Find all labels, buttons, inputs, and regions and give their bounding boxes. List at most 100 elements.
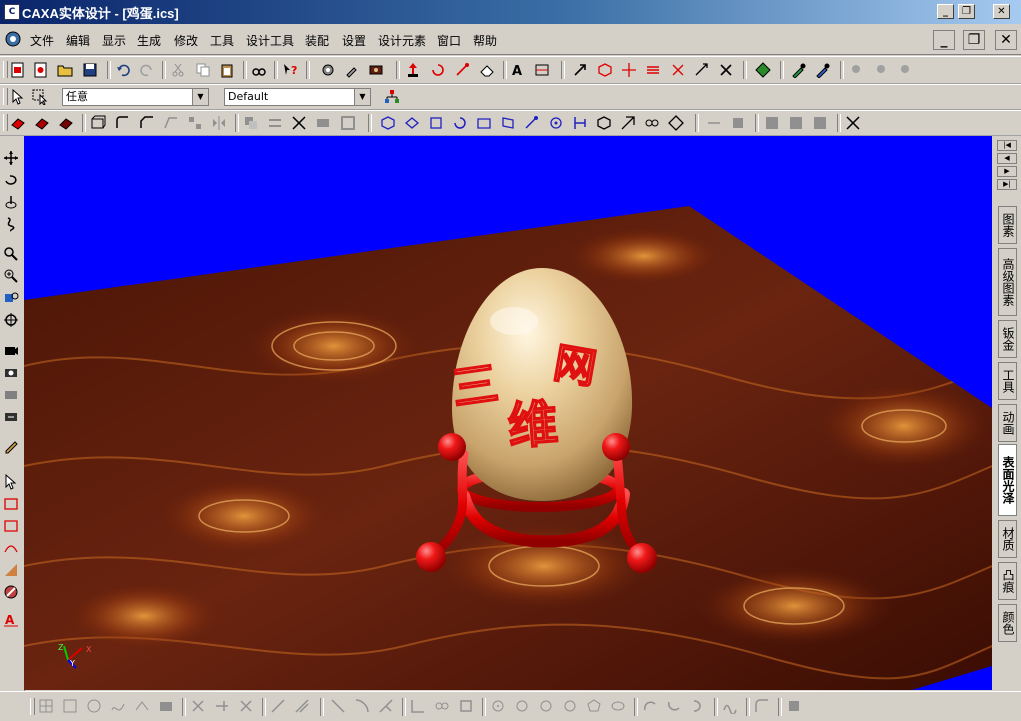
rotate-view-icon[interactable] [452,115,468,131]
diamond-tool-icon[interactable] [668,115,684,131]
tab-emboss[interactable]: 凸痕 [998,562,1017,600]
style-dropdown[interactable]: Default ▼ [224,88,371,106]
menu-assembly[interactable]: 装配 [305,32,329,49]
menu-edit[interactable]: 编辑 [66,32,90,49]
select-arrow-icon[interactable] [10,89,26,105]
camera-icon[interactable] [3,364,19,380]
move-up-icon[interactable] [405,62,421,78]
eraser-icon[interactable] [479,62,495,78]
prev-tab-icon[interactable]: ◀ [997,153,1017,164]
2d-hatch-icon[interactable] [158,698,174,714]
tab-advanced-elements[interactable]: 高级图素 [998,248,1017,316]
tab-color[interactable]: 颜色 [998,604,1017,642]
shell-icon[interactable] [90,115,106,131]
no-entry-icon[interactable] [3,584,19,600]
chevron-down-icon[interactable]: ▼ [192,89,208,105]
new-design-icon[interactable] [33,62,49,78]
help-cursor-icon[interactable]: ? [282,62,298,78]
paint-icon[interactable] [815,62,831,78]
chevron-down-icon[interactable]: ▼ [354,89,370,105]
new-file-icon[interactable] [10,62,26,78]
material-icon[interactable] [3,562,19,578]
2d-circle-2pt-icon[interactable] [538,698,554,714]
spin-icon[interactable] [430,62,446,78]
menu-modify[interactable]: 修改 [174,32,198,49]
tool-icon[interactable] [344,62,360,78]
zoom-in-icon[interactable] [3,268,19,284]
2d-circle-icon[interactable] [86,698,102,714]
2d-constraint-icon[interactable] [270,698,286,714]
link-icon[interactable] [644,115,660,131]
fillet-icon[interactable] [115,115,131,131]
tab-tools[interactable]: 工具 [998,362,1017,400]
tree-icon[interactable] [384,89,400,105]
align-right-icon[interactable] [812,115,828,131]
view-top-icon[interactable] [476,115,492,131]
dimension-icon[interactable] [694,62,710,78]
2d-extend-icon[interactable] [238,698,254,714]
menu-settings[interactable]: 设置 [342,32,366,49]
mirror-icon[interactable] [211,115,227,131]
sketch-rect-icon[interactable] [3,496,19,512]
chamfer-icon[interactable] [139,115,155,131]
2d-auto-constraint-icon[interactable] [294,698,310,714]
camera-orbit-icon[interactable] [3,386,19,402]
undo-icon[interactable] [115,62,131,78]
2d-link-icon[interactable] [434,698,450,714]
2d-output-icon[interactable] [786,698,802,714]
menu-design-tools[interactable]: 设计工具 [246,32,294,49]
2d-circle-tan-icon[interactable] [562,698,578,714]
text-icon[interactable]: A [510,62,526,78]
delete-constraint-icon[interactable] [718,62,734,78]
2d-spline-icon[interactable] [110,698,126,714]
thicken-icon[interactable] [315,115,331,131]
view-side-icon[interactable] [500,115,516,131]
paste-icon[interactable] [219,62,235,78]
tab-animation[interactable]: 动画 [998,404,1017,442]
menu-view[interactable]: 显示 [102,32,126,49]
view-front-icon[interactable] [428,115,444,131]
document-icon[interactable] [5,31,21,47]
constraint-icon[interactable] [670,62,686,78]
zoom-icon[interactable] [3,246,19,262]
last-tab-icon[interactable]: ▶| [997,179,1017,190]
align-center-icon[interactable] [788,115,804,131]
toolbar-grip[interactable] [3,61,8,78]
2d-rect-icon[interactable] [62,698,78,714]
view-iso-icon[interactable] [404,115,420,131]
render-icon[interactable] [368,62,384,78]
section-icon[interactable] [596,115,612,131]
target-icon[interactable] [3,312,19,328]
redo-icon[interactable] [139,62,155,78]
toolbar-grip[interactable] [3,114,8,131]
2d-trim-icon[interactable] [214,698,230,714]
2d-polygon-icon[interactable] [586,698,602,714]
3d-viewport[interactable]: 三 维 网 X Y Z [24,136,992,690]
tab-sheet-metal[interactable]: 钣金 [998,320,1017,358]
2d-line-icon[interactable] [330,698,346,714]
mdi-minimize-button[interactable]: _ [933,30,955,50]
2d-delete-icon[interactable] [190,698,206,714]
title-bar[interactable]: C CAXA实体设计 - [鸡蛋.ics] _ ❐ ✕ [0,0,1021,24]
camera-fit-icon[interactable] [3,342,19,358]
2d-tangent-icon[interactable] [354,698,370,714]
assembly-icon[interactable] [755,62,771,78]
zoom-fit-icon[interactable] [3,290,19,306]
sketch-poly-icon[interactable] [3,518,19,534]
toolbar-grip[interactable] [3,88,8,105]
filter-dropdown[interactable]: 任意 ▼ [62,88,209,106]
pan-icon[interactable] [455,62,471,78]
mdi-close-button[interactable]: ✕ [995,30,1017,50]
walk-path-icon[interactable] [3,216,19,232]
2d-box-icon[interactable] [458,698,474,714]
2d-fillet-icon[interactable] [754,698,770,714]
angle-icon[interactable] [730,115,746,131]
minimize-button[interactable]: _ [937,4,954,19]
edge-icon[interactable] [621,62,637,78]
roll-icon[interactable] [3,194,19,210]
menu-window[interactable]: 窗口 [437,32,461,49]
combine-icon[interactable] [340,115,356,131]
2d-bspline-icon[interactable] [722,698,738,714]
text-tool-icon[interactable]: A [3,612,19,628]
menu-help[interactable]: 帮助 [473,32,497,49]
